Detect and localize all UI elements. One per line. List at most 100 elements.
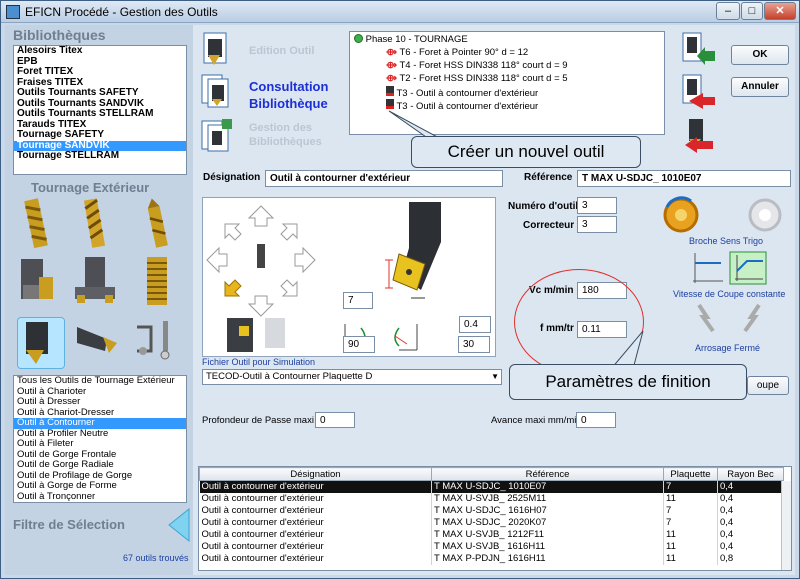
table-cell: T MAX U-SDJC_ 2020K07 <box>431 516 664 529</box>
library-item[interactable]: Alesoirs Titex <box>14 45 186 57</box>
coolant-left-icon[interactable] <box>695 303 719 333</box>
dim-7-field[interactable]: 7 <box>343 292 373 309</box>
constant-speed-icon[interactable] <box>729 251 767 285</box>
col-rayon-bec[interactable]: Rayon Bec <box>717 467 784 481</box>
cancel-button[interactable]: Annuler <box>731 77 789 97</box>
table-cell: T MAX U-SVJB_ 1212F11 <box>431 528 664 541</box>
table-cell: 7 <box>663 480 718 493</box>
boring-tool-icon <box>77 327 117 353</box>
table-cell: Outil à contourner d'extérieur <box>199 480 432 493</box>
avance-field[interactable]: 0 <box>576 412 616 428</box>
tool-type-item[interactable]: Outil à Gorge de Forme <box>14 480 186 492</box>
table-row[interactable]: Outil à contourner d'extérieur T MAX U-SV… <box>199 528 784 541</box>
library-item[interactable]: Tournage STELLRAM <box>14 150 186 162</box>
consultation-mode-label[interactable]: Consultation Bibliothèque <box>249 78 328 112</box>
coolant-right-icon[interactable] <box>739 303 763 333</box>
library-item[interactable]: Foret TITEX <box>14 66 186 78</box>
library-item[interactable]: Tournage SAFETY <box>14 129 186 141</box>
boring-tool-tile[interactable] <box>73 317 121 369</box>
edition-mode-label[interactable]: Edition Outil <box>249 45 314 57</box>
spindle-ccw-icon[interactable] <box>661 195 701 235</box>
table-row[interactable]: Outil à contourner d'extérieur T MAX P-PD… <box>199 552 784 565</box>
library-list[interactable]: Alesoirs Titex EPB Foret TITEX Fraises TITE… <box>13 45 187 175</box>
designation-field[interactable]: Outil à contourner d'extérieur <box>265 170 503 187</box>
col-designation[interactable]: Désignation <box>199 467 432 481</box>
minimize-button[interactable]: ‒ <box>716 2 740 20</box>
consult-library-icon[interactable] <box>198 73 232 109</box>
correcteur-field[interactable]: 3 <box>577 216 617 233</box>
tree-phase-label: Phase 10 - TOURNAGE <box>365 34 468 45</box>
tap-icon <box>147 257 167 305</box>
title-bar[interactable]: EFICN Procédé - Gestion des Outils ‒ □ ✕ <box>1 1 799 23</box>
found-count: 67 outils trouvés <box>123 553 189 563</box>
tool-type-item[interactable]: Outil à Contourner <box>14 417 186 429</box>
arrosage-label: Arrosage Fermé <box>695 343 761 353</box>
simulation-file-value: TECOD-Outil à Contourner Plaquette D <box>206 371 373 382</box>
table-cell: 7 <box>663 504 718 517</box>
dim-90-field[interactable]: 90 <box>343 336 375 353</box>
tool-type-item[interactable]: Outil de Gorge Radiale <box>14 459 186 471</box>
table-row[interactable]: Outil à contourner d'extérieur T MAX U-SV… <box>199 540 784 553</box>
table-body: Outil à contourner d'extérieur T MAX U-SD… <box>199 480 784 565</box>
table-row[interactable]: Outil à contourner d'extérieur T MAX U-SD… <box>199 480 784 493</box>
client-area: Bibliothèques Alesoirs Titex EPB Foret TIT… <box>5 25 795 575</box>
reference-field[interactable]: T MAX U-SDJC_ 1010E07 <box>577 170 791 187</box>
profondeur-field[interactable]: 0 <box>315 412 355 428</box>
drill-tool-tile[interactable] <box>13 197 61 249</box>
replace-tool-icon[interactable] <box>679 117 717 155</box>
main-window: EFICN Procédé - Gestion des Outils ‒ □ ✕… <box>0 0 800 579</box>
center-drill-tile[interactable] <box>133 197 181 249</box>
table-scrollbar[interactable] <box>781 481 791 570</box>
table-cell: 11 <box>663 552 718 565</box>
table-row[interactable]: Outil à contourner d'extérieur T MAX U-SD… <box>199 516 784 529</box>
tree-item-label: T4 - Foret HSS DIN338 118° court d = 9 <box>399 60 568 71</box>
tree-item[interactable]: ⟴ T6 - Foret à Pointer 90° d = 12 <box>386 47 528 58</box>
numero-field[interactable]: 3 <box>577 197 617 214</box>
turning-ext-tile[interactable] <box>17 317 65 369</box>
finishing-params-callout: Paramètres de finition <box>509 364 747 400</box>
table-row[interactable]: Outil à contourner d'extérieur T MAX U-SD… <box>199 504 784 517</box>
vitesse-label: Vitesse de Coupe constante <box>673 289 786 299</box>
col-reference[interactable]: Référence <box>431 467 664 481</box>
library-item[interactable]: Outils Tournants STELLRAM <box>14 108 186 120</box>
edit-tool-icon[interactable] <box>198 31 232 67</box>
drill-tool-tile-2[interactable] <box>71 197 119 249</box>
speed-graph-icon[interactable] <box>691 251 725 285</box>
table-row[interactable]: Outil à contourner d'extérieur T MAX U-SV… <box>199 492 784 505</box>
face-mill-tile[interactable] <box>71 255 119 307</box>
move-up-tool-icon[interactable] <box>679 31 717 69</box>
tool-type-item[interactable]: Outil à Dresser <box>14 396 186 408</box>
library-item[interactable]: Outils Tournants SAFETY <box>14 87 186 99</box>
tree-item[interactable]: ⟴ T4 - Foret HSS DIN338 118° court d = 9 <box>386 60 568 71</box>
table-cell: T MAX U-SDJC_ 1010E07 <box>431 480 664 493</box>
gestion-mode-label[interactable]: Gestion des Bibliothèques <box>249 121 322 149</box>
tools-table[interactable]: Désignation Référence Plaquette Rayon Be… <box>198 466 792 571</box>
col-plaquette[interactable]: Plaquette <box>663 467 718 481</box>
app-icon <box>6 5 20 19</box>
table-cell: T MAX P-PDJN_ 1616H11 <box>431 552 664 565</box>
tree-item[interactable]: ⟴ T2 - Foret HSS DIN338 118° court d = 5 <box>386 73 568 84</box>
tool-type-item[interactable]: Outil à Fileter <box>14 438 186 450</box>
tool-type-list[interactable]: Tous les Outils de Tournage Extérieur Out… <box>13 375 187 503</box>
simulation-file-select[interactable]: TECOD-Outil à Contourner Plaquette D ▼ <box>202 369 502 385</box>
close-button[interactable]: ✕ <box>764 2 796 20</box>
mill-tool-tile[interactable] <box>13 255 61 307</box>
tree-item-label: T3 - Outil à contourner d'extérieur <box>396 88 539 99</box>
spindle-cw-icon[interactable] <box>745 195 785 235</box>
window-title: EFICN Procédé - Gestion des Outils <box>25 5 218 19</box>
manage-libraries-icon[interactable] <box>198 117 232 153</box>
dim-04-field[interactable]: 0.4 <box>459 316 491 333</box>
add-tool-icon[interactable] <box>679 73 717 111</box>
tree-phase-row[interactable]: Phase 10 - TOURNAGE <box>354 34 468 45</box>
collapse-arrow-icon[interactable] <box>165 507 191 543</box>
tree-item[interactable]: T3 - Outil à contourner d'extérieur <box>386 86 538 99</box>
tool-type-item[interactable]: Outil à Tronçonner <box>14 491 186 503</box>
measure-tool-tile[interactable] <box>129 317 177 369</box>
tap-tool-tile[interactable] <box>133 255 181 307</box>
maximize-button[interactable]: □ <box>741 2 763 20</box>
dim-30-field[interactable]: 30 <box>458 336 490 353</box>
phase-icon <box>354 34 363 43</box>
ok-button[interactable]: OK <box>731 45 789 65</box>
tool-type-item[interactable]: Tous les Outils de Tournage Extérieur <box>14 375 186 387</box>
coupe-button[interactable]: oupe <box>747 376 789 395</box>
